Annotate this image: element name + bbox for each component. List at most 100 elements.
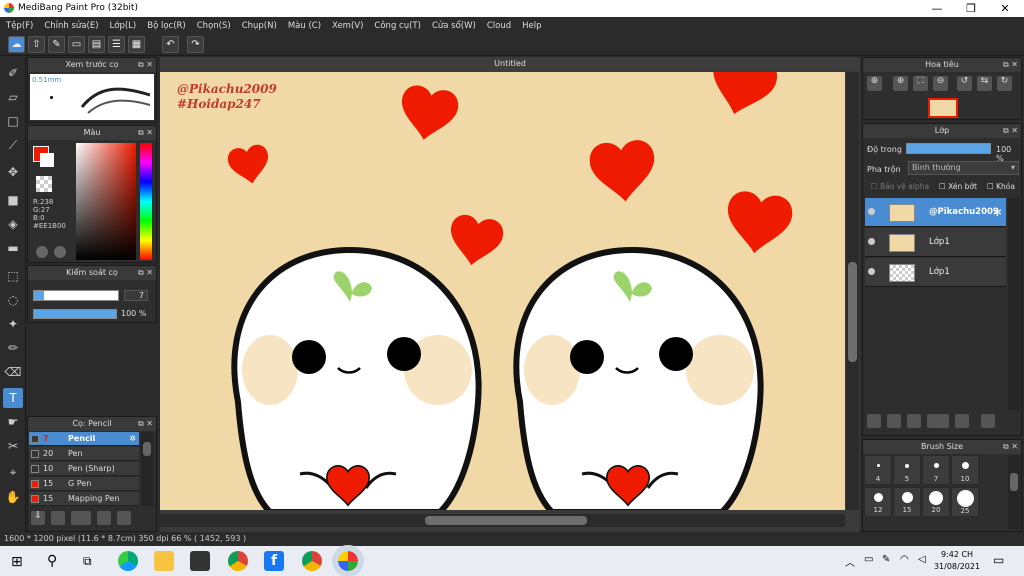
brush-size-option[interactable]: 10 xyxy=(951,455,979,485)
brush-size-option[interactable]: 4 xyxy=(864,455,892,485)
layer-menu-icon[interactable] xyxy=(927,414,949,428)
brush-size-option[interactable]: 15 xyxy=(893,487,921,517)
brush-size-option[interactable]: 12 xyxy=(864,487,892,517)
battery-icon[interactable]: ▭ xyxy=(864,554,873,565)
flip-icon[interactable]: ⇆ xyxy=(977,76,992,91)
new-layer-icon[interactable] xyxy=(867,414,881,428)
brush-item-pen[interactable]: 20 Pen xyxy=(29,447,139,461)
zoom-out-icon[interactable]: ⊖ xyxy=(933,76,948,91)
select-rect-icon[interactable]: ⬚ xyxy=(3,266,23,286)
menu-select[interactable]: Chọn(S) xyxy=(197,21,231,31)
volume-icon[interactable]: ◁ xyxy=(918,554,926,565)
minimize-button[interactable]: — xyxy=(920,0,954,17)
chrome-icon[interactable] xyxy=(228,551,248,571)
brush-size-value[interactable]: 7 xyxy=(124,290,148,301)
wifi-icon[interactable]: ◠ xyxy=(900,554,909,565)
store-icon[interactable] xyxy=(190,551,210,571)
select-eraser-icon[interactable]: ⌫ xyxy=(3,362,23,382)
share-icon[interactable]: ⇧ xyxy=(28,36,45,53)
clip-checkbox[interactable]: ☐ Xén bớt xyxy=(939,182,977,191)
brush-item-pencil[interactable]: 7 Pencil ✲ xyxy=(29,432,139,446)
saturation-value-picker[interactable] xyxy=(76,143,136,260)
layer-opacity-slider[interactable] xyxy=(906,143,991,154)
horizontal-scrollbar[interactable] xyxy=(160,514,845,527)
chevron-up-icon[interactable]: ︿ xyxy=(845,554,855,569)
maximize-button[interactable]: ❐ xyxy=(954,0,988,17)
eyedropper-icon[interactable]: ⌖ xyxy=(3,462,23,482)
brush-size-option[interactable]: 5 xyxy=(893,455,921,485)
menu-help[interactable]: Help xyxy=(522,21,541,31)
brush-list-scrollbar[interactable] xyxy=(141,432,153,506)
menu-filter[interactable]: Bộ lọc(R) xyxy=(147,21,186,31)
folder-icon[interactable] xyxy=(955,414,969,428)
document-tab[interactable]: Untitled xyxy=(160,57,860,71)
brush-tool-icon[interactable]: ✐ xyxy=(3,63,23,83)
list-icon[interactable]: ☰ xyxy=(108,36,125,53)
blend-mode-select[interactable]: Bình thường ▾ xyxy=(908,161,1019,175)
protect-alpha-checkbox[interactable]: ☐ Bảo vệ alpha xyxy=(871,182,929,191)
gear-icon[interactable]: ✲ xyxy=(129,432,136,446)
windows-start-icon[interactable]: ⊞ xyxy=(11,554,23,570)
horizontal-scroll-thumb[interactable] xyxy=(425,516,587,525)
brush-item-g-pen[interactable]: 15 G Pen xyxy=(29,477,139,491)
comment-icon[interactable]: ✎ xyxy=(48,36,65,53)
menu-view[interactable]: Xem(V) xyxy=(332,21,363,31)
divide-tool-icon[interactable]: ✂ xyxy=(3,436,23,456)
layer-row-lop1-a[interactable]: Lớp1 xyxy=(865,228,1006,257)
brush-size-option[interactable]: 20 xyxy=(922,487,950,517)
zoom-in-2-icon[interactable]: ⊕ xyxy=(893,76,908,91)
bucket-tool-icon[interactable]: ◈ xyxy=(3,214,23,234)
drawing-canvas[interactable]: @Pikachu2009 #Hoidap247 xyxy=(160,72,845,510)
document-icon[interactable]: ▤ xyxy=(88,36,105,53)
eye-icon[interactable] xyxy=(868,208,875,215)
lock-checkbox[interactable]: ☐ Khóa xyxy=(987,182,1015,191)
redo-icon[interactable]: ↷ xyxy=(187,36,204,53)
layer-scrollbar[interactable] xyxy=(1008,198,1020,410)
menu-file[interactable]: Tệp(F) xyxy=(6,21,33,31)
layer-row-lop1-b[interactable]: Lớp1 xyxy=(865,258,1006,287)
fit-window-icon[interactable]: ⛶ xyxy=(913,76,928,91)
delete-layer-icon[interactable] xyxy=(981,414,995,428)
pen-icon[interactable]: ✎ xyxy=(882,554,890,565)
fill-rect-tool-icon[interactable]: ■ xyxy=(3,190,23,210)
chrome-profile-icon[interactable] xyxy=(302,551,322,571)
copy-layer-icon[interactable] xyxy=(887,414,901,428)
brush-size-option[interactable]: 7 xyxy=(922,455,950,485)
gear-icon[interactable]: ✲ xyxy=(993,206,1002,219)
task-view-icon[interactable]: ⧉ xyxy=(83,554,92,569)
new-brush-icon[interactable] xyxy=(51,511,65,525)
palette-icon[interactable] xyxy=(36,246,48,258)
rectangle-tool-icon[interactable]: □ xyxy=(3,111,23,131)
secondary-color-swatch[interactable] xyxy=(40,153,54,167)
color-wheel-icon[interactable] xyxy=(54,246,66,258)
menu-color[interactable]: Màu (C) xyxy=(288,21,321,31)
line-tool-icon[interactable]: ⟋ xyxy=(3,135,23,155)
menu-layer[interactable]: Lớp(L) xyxy=(110,21,137,31)
menu-cloud[interactable]: Cloud xyxy=(487,21,511,31)
brush-settings-icon[interactable] xyxy=(97,511,111,525)
clock[interactable]: 9:42 CH 31/08/2021 xyxy=(932,549,982,573)
transparent-swatch[interactable] xyxy=(36,176,52,192)
brush-size-scrollbar[interactable] xyxy=(1008,455,1020,529)
rotate-left-icon[interactable]: ↺ xyxy=(957,76,972,91)
zoom-in-icon[interactable]: ⊕ xyxy=(867,76,882,91)
menu-snap[interactable]: Chụp(N) xyxy=(242,21,277,31)
menu-window[interactable]: Cửa sổ(W) xyxy=(432,21,476,31)
eye-icon[interactable] xyxy=(868,238,875,245)
merge-layer-icon[interactable] xyxy=(907,414,921,428)
undo-icon[interactable]: ↶ xyxy=(162,36,179,53)
menu-tools[interactable]: Công cụ(T) xyxy=(374,21,421,31)
notification-icon[interactable]: ▭ xyxy=(993,553,1004,567)
lasso-icon[interactable]: ◌ xyxy=(3,290,23,310)
move-tool-icon[interactable]: ✥ xyxy=(3,162,23,182)
vertical-scroll-thumb[interactable] xyxy=(848,262,857,362)
gradient-tool-icon[interactable]: ▬ xyxy=(3,238,23,258)
operation-tool-icon[interactable]: ☛ xyxy=(3,412,23,432)
magic-wand-icon[interactable]: ✦ xyxy=(3,314,23,334)
file-explorer-icon[interactable] xyxy=(154,551,174,571)
eye-icon[interactable] xyxy=(868,268,875,275)
navigator-thumbnail[interactable] xyxy=(928,98,958,118)
brush-opacity-slider[interactable] xyxy=(33,309,117,319)
layer-row-pikachu[interactable]: @Pikachu2009 ✲ xyxy=(865,198,1006,227)
grid-icon[interactable]: ▦ xyxy=(128,36,145,53)
